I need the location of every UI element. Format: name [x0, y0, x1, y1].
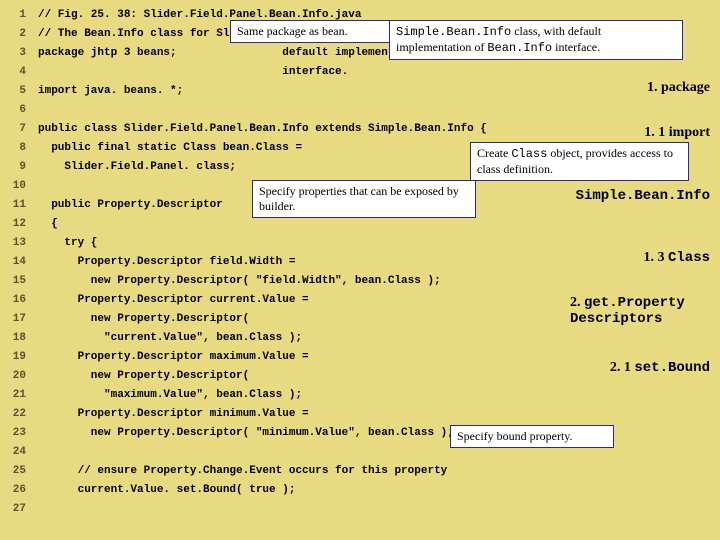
line-number: 3	[6, 44, 26, 63]
callout-simple-bean-info: Simple.Bean.Info class, with default imp…	[389, 20, 683, 60]
line-number: 18	[6, 329, 26, 348]
line-number: 14	[6, 253, 26, 272]
outline-class: 1. 3 Class	[643, 250, 710, 266]
line-number: 27	[6, 500, 26, 519]
code-line: 15 new Property.Descriptor( "field.Width…	[6, 272, 720, 291]
line-number: 19	[6, 348, 26, 367]
line-number: 21	[6, 386, 26, 405]
line-number: 9	[6, 158, 26, 177]
line-number: 25	[6, 462, 26, 481]
code-line: 4 interface.	[6, 63, 720, 82]
code-line: 18 "current.Value", bean.Class );	[6, 329, 720, 348]
line-number: 10	[6, 177, 26, 196]
line-number: 5	[6, 82, 26, 101]
code-line: 26 current.Value. set.Bound( true );	[6, 481, 720, 500]
code-line: 22 Property.Descriptor minimum.Value =	[6, 405, 720, 424]
outline-package: 1. package	[647, 80, 710, 96]
code-line: 5import java. beans. *;	[6, 82, 720, 101]
line-number: 1	[6, 6, 26, 25]
line-number: 20	[6, 367, 26, 386]
line-number: 15	[6, 272, 26, 291]
line-number: 11	[6, 196, 26, 215]
outline-set-bound: 2. 1 set.Bound	[610, 360, 710, 376]
code-line: 21 "maximum.Value", bean.Class );	[6, 386, 720, 405]
line-number: 17	[6, 310, 26, 329]
line-number: 26	[6, 481, 26, 500]
code-line: 7public class Slider.Field.Panel.Bean.In…	[6, 120, 720, 139]
code-line: 6	[6, 101, 720, 120]
outline-import: 1. 1 import	[644, 125, 710, 141]
line-number: 12	[6, 215, 26, 234]
callout-same-package: Same package as bean.	[230, 20, 399, 43]
code-line: 27	[6, 500, 720, 519]
code-line: 13 try {	[6, 234, 720, 253]
line-number: 4	[6, 63, 26, 82]
code-line: 14 Property.Descriptor field.Width =	[6, 253, 720, 272]
line-number: 13	[6, 234, 26, 253]
line-number: 22	[6, 405, 26, 424]
callout-create-class: Create Class object, provides access to …	[470, 142, 689, 181]
line-number: 2	[6, 25, 26, 44]
callout-bound-property: Specify bound property.	[450, 425, 614, 448]
outline-simple-bean-info: Simple.Bean.Info	[576, 188, 710, 204]
line-number: 6	[6, 101, 26, 120]
line-number: 8	[6, 139, 26, 158]
line-number: 7	[6, 120, 26, 139]
line-number: 24	[6, 443, 26, 462]
code-line: 25 // ensure Property.Change.Event occur…	[6, 462, 720, 481]
line-number: 16	[6, 291, 26, 310]
outline-get-property: 2. get.Property Descriptors	[570, 295, 710, 327]
callout-specify-properties: Specify properties that can be exposed b…	[252, 180, 476, 218]
line-number: 23	[6, 424, 26, 443]
